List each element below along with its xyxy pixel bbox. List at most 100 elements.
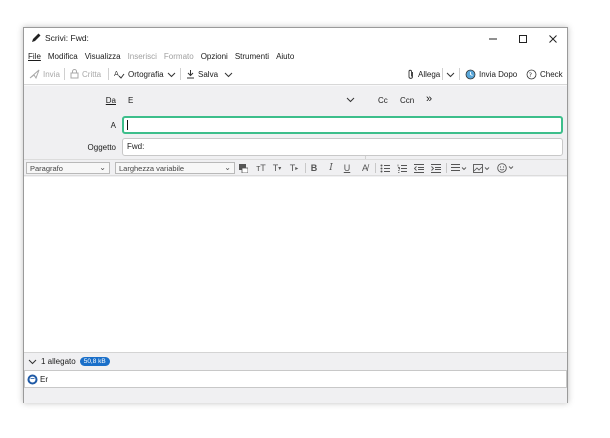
font-select[interactable]: Larghezza variabile ⌄ bbox=[115, 162, 235, 174]
chevron-down-icon[interactable] bbox=[28, 357, 37, 366]
more-fields-button[interactable]: » bbox=[426, 93, 432, 105]
attach-label: Allega bbox=[418, 69, 441, 79]
check-button[interactable]: ? Check bbox=[526, 66, 563, 82]
paperclip-icon bbox=[408, 69, 413, 79]
message-body-editor[interactable] bbox=[24, 177, 567, 352]
attachment-name: Er bbox=[40, 375, 48, 384]
text-caret bbox=[127, 120, 128, 130]
paragraph-format-value: Paragrafo bbox=[30, 164, 63, 173]
menu-file[interactable]: File bbox=[28, 52, 41, 61]
maximize-button[interactable] bbox=[508, 28, 538, 49]
status-bar bbox=[24, 388, 567, 403]
from-label: Da bbox=[105, 96, 116, 105]
svg-text:A: A bbox=[114, 70, 119, 78]
bcc-button[interactable]: Ccn bbox=[400, 96, 414, 105]
menu-modifica[interactable]: Modifica bbox=[48, 52, 78, 61]
italic-icon[interactable]: I bbox=[326, 162, 336, 174]
toolbar-divider bbox=[442, 68, 443, 80]
toolbar-divider bbox=[459, 68, 460, 80]
to-label: A bbox=[110, 121, 116, 130]
title-bar: Scrivi: Fwd: bbox=[24, 28, 567, 49]
lock-icon bbox=[70, 69, 79, 79]
email-file-icon bbox=[27, 374, 38, 385]
attachment-list: Er bbox=[24, 370, 567, 388]
download-icon bbox=[187, 70, 194, 79]
underline-icon[interactable]: U bbox=[342, 162, 352, 174]
menu-formato[interactable]: Formato bbox=[164, 52, 194, 61]
close-button[interactable] bbox=[538, 28, 568, 49]
minimize-icon bbox=[489, 38, 497, 39]
format-toolbar: Paragrafo ⌄ Larghezza variabile ⌄ ᴛT T ▾ … bbox=[24, 159, 567, 176]
spelling-dropdown[interactable] bbox=[167, 66, 179, 82]
font-size-larger-icon[interactable]: T ▾ bbox=[271, 162, 283, 174]
subject-field[interactable]: Fwd: bbox=[122, 138, 563, 156]
font-value: Larghezza variabile bbox=[119, 164, 185, 173]
attachment-count: 1 allegato bbox=[41, 357, 76, 366]
toolbar-divider bbox=[180, 68, 181, 80]
spellcheck-icon: A bbox=[114, 70, 125, 79]
font-size-smaller-icon[interactable]: ᴛT bbox=[256, 162, 266, 174]
spellcheck-icon: ? bbox=[526, 69, 537, 79]
menu-inserisci[interactable]: Inserisci bbox=[128, 52, 157, 61]
pencil-icon bbox=[32, 33, 41, 42]
compose-window: Scrivi: Fwd: File Modifica Visualizza In… bbox=[23, 27, 568, 403]
encrypt-label: Critta bbox=[82, 69, 102, 79]
send-later-button[interactable]: Invia Dopo bbox=[465, 66, 517, 82]
menu-strumenti[interactable]: Strumenti bbox=[235, 52, 269, 61]
send-label: Invia bbox=[43, 69, 60, 79]
text-color-icon[interactable] bbox=[238, 162, 248, 174]
emoji-icon[interactable] bbox=[496, 162, 514, 174]
attachment-bar[interactable]: 1 allegato 50,8 kB bbox=[24, 352, 567, 370]
send-icon bbox=[29, 69, 40, 79]
paragraph-format-select[interactable]: Paragrafo ⌄ bbox=[26, 162, 110, 174]
chevron-down-icon[interactable] bbox=[346, 95, 355, 104]
attach-button[interactable]: Allega bbox=[407, 66, 440, 82]
clear-format-icon[interactable]: A̸ bbox=[359, 162, 371, 174]
menu-visualizza[interactable]: Visualizza bbox=[85, 52, 121, 61]
attach-dropdown[interactable] bbox=[446, 66, 458, 82]
spelling-button[interactable]: A Ortografia bbox=[114, 66, 164, 82]
clock-globe-icon bbox=[465, 69, 476, 79]
close-icon bbox=[549, 34, 557, 43]
format-divider bbox=[305, 163, 306, 173]
check-label: Check bbox=[540, 69, 563, 79]
from-select[interactable]: E bbox=[128, 96, 133, 105]
align-icon[interactable] bbox=[450, 162, 468, 174]
save-button[interactable]: Salva bbox=[186, 66, 218, 82]
toolbar-divider bbox=[108, 68, 109, 80]
svg-text:?: ? bbox=[529, 71, 532, 79]
font-size-bigger-icon[interactable]: T ▸ bbox=[288, 162, 300, 174]
to-field[interactable] bbox=[122, 116, 563, 134]
menu-bar: File Modifica Visualizza Inserisci Forma… bbox=[24, 49, 567, 63]
spelling-label: Ortografia bbox=[128, 69, 164, 79]
maximize-icon bbox=[519, 34, 527, 43]
chevron-down-icon bbox=[167, 72, 176, 77]
chevron-down-icon bbox=[446, 72, 455, 77]
insert-image-icon[interactable] bbox=[472, 162, 490, 174]
format-divider bbox=[375, 163, 376, 173]
outdent-icon[interactable] bbox=[413, 162, 425, 174]
menu-aiuto[interactable]: Aiuto bbox=[276, 52, 294, 61]
save-label: Salva bbox=[198, 69, 219, 79]
window-title: Scrivi: Fwd: bbox=[45, 33, 89, 43]
chevron-down-icon: ⌄ bbox=[99, 163, 106, 172]
bulleted-list-icon[interactable] bbox=[379, 162, 391, 174]
cc-button[interactable]: Cc bbox=[378, 96, 388, 105]
bold-icon[interactable]: B bbox=[309, 162, 319, 174]
indent-icon[interactable] bbox=[430, 162, 442, 174]
encrypt-button[interactable]: Critta bbox=[70, 66, 101, 82]
toolbar-divider bbox=[64, 68, 65, 80]
send-later-label: Invia Dopo bbox=[479, 69, 518, 79]
chevron-down-icon bbox=[224, 72, 233, 77]
attachment-item[interactable]: Er bbox=[27, 373, 48, 386]
chevron-down-icon: ⌄ bbox=[224, 163, 231, 172]
attachment-size-badge: 50,8 kB bbox=[79, 357, 110, 366]
numbered-list-icon[interactable] bbox=[396, 162, 408, 174]
menu-opzioni[interactable]: Opzioni bbox=[201, 52, 228, 61]
format-divider bbox=[446, 163, 447, 173]
save-dropdown[interactable] bbox=[224, 66, 236, 82]
compose-toolbar: Invia Critta A Ortografia Salva Allega I… bbox=[24, 63, 567, 85]
subject-label: Oggetto bbox=[87, 143, 116, 152]
minimize-button[interactable] bbox=[478, 28, 508, 49]
send-button[interactable]: Invia bbox=[29, 66, 60, 82]
